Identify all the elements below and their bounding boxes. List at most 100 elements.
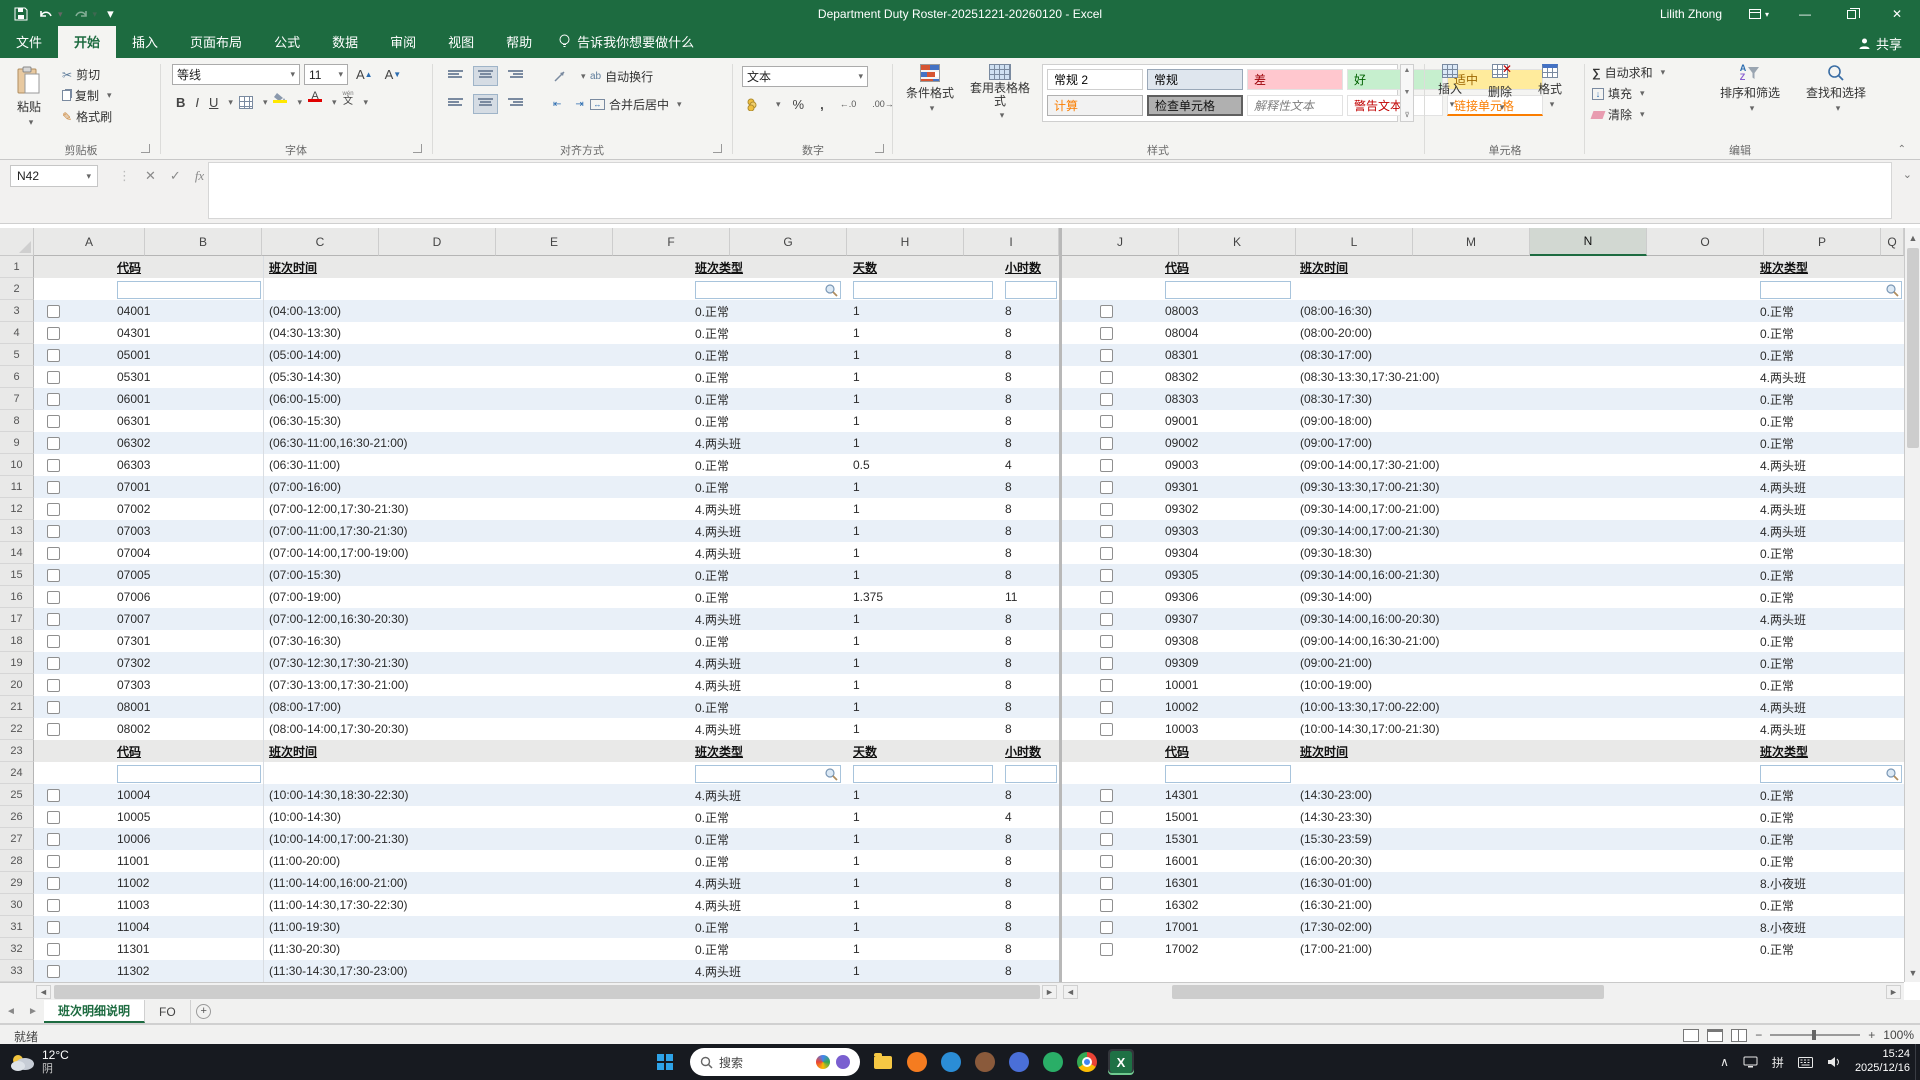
cell[interactable] xyxy=(34,278,112,300)
row-checkbox[interactable] xyxy=(1100,943,1113,956)
cell-hours[interactable]: 8 xyxy=(1000,960,1059,982)
cell-type[interactable]: 0.正常 xyxy=(1755,652,1904,674)
cell-days[interactable]: 1 xyxy=(848,608,1000,630)
borders-arrow[interactable]: ▾ xyxy=(263,97,268,108)
cell-code[interactable]: 14301 xyxy=(1160,784,1295,806)
cell[interactable] xyxy=(34,300,112,322)
filter-input[interactable] xyxy=(117,765,261,783)
cell-hours[interactable]: 8 xyxy=(1000,784,1059,806)
column-header-M[interactable]: M xyxy=(1413,228,1530,256)
cell[interactable] xyxy=(1062,256,1160,278)
cell[interactable] xyxy=(264,278,690,300)
cell[interactable] xyxy=(1062,432,1160,454)
cell-days[interactable]: 1 xyxy=(848,850,1000,872)
gallery-up-icon[interactable]: ▲ xyxy=(1404,67,1411,74)
vscroll-thumb[interactable] xyxy=(1907,248,1919,448)
cell-hours[interactable]: 8 xyxy=(1000,542,1059,564)
header-班次时间[interactable]: 班次时间 xyxy=(1295,740,1755,762)
cell-hours[interactable]: 11 xyxy=(1000,586,1059,608)
save-icon[interactable] xyxy=(14,7,28,21)
cell-type[interactable]: 4.两头班 xyxy=(690,432,848,454)
cell-type[interactable]: 4.两头班 xyxy=(690,498,848,520)
header-班次类型[interactable]: 班次类型 xyxy=(1755,256,1904,278)
row-checkbox[interactable] xyxy=(1100,833,1113,846)
header-天数[interactable]: 天数 xyxy=(848,740,1000,762)
cell-code[interactable]: 07003 xyxy=(112,520,264,542)
column-header-I[interactable]: I xyxy=(964,228,1059,256)
cell-hours[interactable]: 8 xyxy=(1000,410,1059,432)
cell-hours[interactable]: 8 xyxy=(1000,498,1059,520)
enter-icon[interactable]: ✓ xyxy=(170,168,181,184)
cell[interactable] xyxy=(34,476,112,498)
cell-time[interactable]: (11:30-14:30,17:30-23:00) xyxy=(264,960,690,982)
column-header-K[interactable]: K xyxy=(1179,228,1296,256)
cell[interactable] xyxy=(34,718,112,740)
row-checkbox[interactable] xyxy=(47,415,60,428)
cell-code[interactable]: 11302 xyxy=(112,960,264,982)
cell[interactable] xyxy=(848,762,1000,784)
cell-hours[interactable]: 8 xyxy=(1000,674,1059,696)
fill-button[interactable]: ↓填充▾ xyxy=(1592,83,1665,104)
filter-search-icon[interactable] xyxy=(824,767,838,781)
cell[interactable] xyxy=(1062,762,1160,784)
row-checkbox[interactable] xyxy=(1100,327,1113,340)
ribbon-tab-页面布局[interactable]: 页面布局 xyxy=(174,26,258,58)
cell-type[interactable]: 4.两头班 xyxy=(1755,696,1904,718)
align-right-icon[interactable] xyxy=(504,94,527,114)
accounting-arrow[interactable]: ▾ xyxy=(776,99,781,110)
cell[interactable] xyxy=(1062,476,1160,498)
cell-type[interactable]: 0.正常 xyxy=(1755,388,1904,410)
cell[interactable] xyxy=(1000,278,1059,300)
cell-code[interactable]: 11002 xyxy=(112,872,264,894)
cell-time[interactable]: (04:30-13:30) xyxy=(264,322,690,344)
cell[interactable] xyxy=(1062,300,1160,322)
comma-style-icon[interactable]: , xyxy=(816,94,828,114)
sheet-nav-right-icon[interactable]: ► xyxy=(22,1000,44,1023)
cell-hours[interactable]: 8 xyxy=(1000,916,1059,938)
cell-time[interactable]: (07:30-12:30,17:30-21:30) xyxy=(264,652,690,674)
filter-input[interactable] xyxy=(853,765,993,783)
cell[interactable] xyxy=(34,652,112,674)
zoom-level[interactable]: 100% xyxy=(1883,1028,1914,1042)
row-header-14[interactable]: 14 xyxy=(0,542,34,564)
cell-days[interactable]: 1 xyxy=(848,366,1000,388)
cell-days[interactable]: 1 xyxy=(848,718,1000,740)
cell-type[interactable]: 0.正常 xyxy=(690,586,848,608)
row-checkbox[interactable] xyxy=(47,921,60,934)
row-checkbox[interactable] xyxy=(47,349,60,362)
row-checkbox[interactable] xyxy=(1100,349,1113,362)
cell-time[interactable]: (08:30-17:30) xyxy=(1295,388,1755,410)
redo-icon[interactable]: ▾ xyxy=(73,8,98,21)
filter-input[interactable] xyxy=(1760,281,1902,299)
cell-code[interactable]: 08001 xyxy=(112,696,264,718)
bold-button[interactable]: B xyxy=(172,92,189,112)
cell-code[interactable] xyxy=(1160,960,1295,982)
font-dialog-launcher[interactable] xyxy=(413,144,422,153)
cell-type[interactable]: 0.正常 xyxy=(1755,432,1904,454)
cell[interactable] xyxy=(1062,652,1160,674)
percent-style-icon[interactable]: % xyxy=(789,94,809,114)
cell[interactable] xyxy=(1062,916,1160,938)
merge-center-button[interactable]: ↔ 合并后居中▾ xyxy=(590,94,682,115)
cell-days[interactable]: 1 xyxy=(848,630,1000,652)
cell-code[interactable]: 11003 xyxy=(112,894,264,916)
undo-icon[interactable]: ▾ xyxy=(38,8,63,21)
cell-type[interactable]: 4.两头班 xyxy=(690,674,848,696)
row-checkbox[interactable] xyxy=(47,481,60,494)
row-checkbox[interactable] xyxy=(47,305,60,318)
row-checkbox[interactable] xyxy=(1100,481,1113,494)
cell-days[interactable]: 1 xyxy=(848,916,1000,938)
vscroll-down-arrow[interactable]: ▼ xyxy=(1906,965,1920,980)
cell-code[interactable]: 17002 xyxy=(1160,938,1295,960)
cell-days[interactable]: 1 xyxy=(848,674,1000,696)
ribbon-tab-文件[interactable]: 文件 xyxy=(0,26,58,58)
tray-chevron-up-icon[interactable]: ∧ xyxy=(1720,1055,1729,1069)
edge-icon[interactable] xyxy=(938,1049,964,1075)
cell-days[interactable]: 1 xyxy=(848,784,1000,806)
cell-type[interactable]: 0.正常 xyxy=(690,938,848,960)
cell-days[interactable]: 1 xyxy=(848,652,1000,674)
cell-style-常规[interactable]: 常规 xyxy=(1147,69,1243,90)
cell-days[interactable]: 1 xyxy=(848,344,1000,366)
cell-style-解释性文本[interactable]: 解释性文本 xyxy=(1247,95,1343,116)
firefox-icon[interactable] xyxy=(904,1049,930,1075)
